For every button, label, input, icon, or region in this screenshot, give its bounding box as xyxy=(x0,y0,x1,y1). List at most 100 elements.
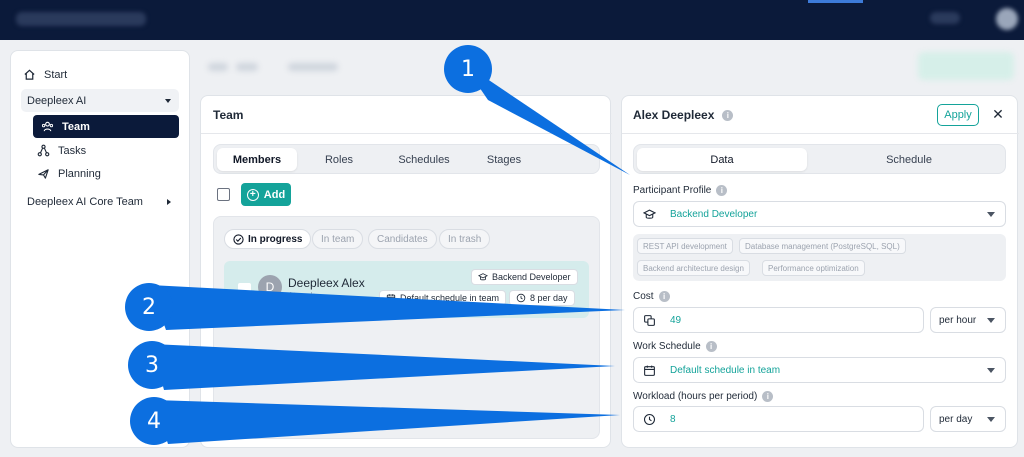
info-icon: i xyxy=(762,391,774,402)
workload-input[interactable]: 8 xyxy=(633,406,924,432)
tab-schedule[interactable]: Schedule xyxy=(814,148,1004,171)
callout-4: 4 xyxy=(130,397,178,445)
schedule-select[interactable]: Default schedule in team xyxy=(633,357,1006,383)
schedule-tag: Default schedule in team xyxy=(379,290,507,306)
tag-label: Default schedule in team xyxy=(400,293,500,303)
tab-schedules[interactable]: Schedules xyxy=(384,148,464,171)
info-icon: i xyxy=(716,185,728,196)
select-all-checkbox[interactable] xyxy=(217,188,230,201)
schedule-label: Work Schedule i xyxy=(633,341,717,352)
input-value: 8 xyxy=(670,413,676,425)
graduation-cap-icon xyxy=(478,273,488,281)
team-icon xyxy=(41,121,54,132)
profile-label: Participant Profile i xyxy=(633,185,728,196)
check-circle-icon xyxy=(233,233,244,245)
skill-tag: Backend architecture design xyxy=(637,260,750,276)
caret-down-icon xyxy=(987,212,995,217)
blurred-breadcrumb xyxy=(200,52,610,82)
callout-3: 3 xyxy=(128,341,176,389)
label-text: Participant Profile xyxy=(633,185,712,196)
close-icon[interactable]: ✕ xyxy=(989,105,1007,123)
tab-stages[interactable]: Stages xyxy=(469,148,539,171)
divider xyxy=(622,133,1019,134)
member-status: At work xyxy=(288,291,315,300)
select-value: per day xyxy=(939,413,973,425)
panel-title: Alex Deepleex i xyxy=(633,108,734,122)
info-icon: i xyxy=(722,109,734,121)
add-member-button[interactable]: + Add xyxy=(241,183,291,206)
skill-tag: Database management (PostgreSQL, SQL) xyxy=(739,238,906,254)
airplane-icon xyxy=(38,169,49,179)
add-label: Add xyxy=(263,188,286,201)
sidebar-item-label: Team xyxy=(62,120,90,133)
caret-down-icon xyxy=(987,417,995,422)
member-title: Alex Deepleex xyxy=(633,108,715,122)
tab-members[interactable]: Members xyxy=(217,148,297,171)
sidebar-item-planning[interactable]: Planning xyxy=(37,167,101,180)
top-bar xyxy=(0,0,1024,40)
sidebar: Start Deepleex AI Team Tasks Planning De… xyxy=(10,50,190,448)
blurred-action-button[interactable] xyxy=(918,52,1014,80)
sidebar-group-deepleex-ai[interactable]: Deepleex AI xyxy=(21,89,179,112)
member-name: Deepleex Alex xyxy=(288,276,365,290)
workload-label: Workload (hours per period) i xyxy=(633,391,774,402)
calendar-icon xyxy=(386,294,396,303)
callout-2: 2 xyxy=(125,283,173,331)
callout-1: 1 xyxy=(444,45,492,93)
list-item[interactable]: D Deepleex Alex At work Backend Develope… xyxy=(224,261,589,318)
caret-down-icon xyxy=(987,318,995,323)
tab-roles[interactable]: Roles xyxy=(304,148,374,171)
cost-input[interactable]: 49 xyxy=(633,307,924,333)
members-list: In progress In team Candidates In trash … xyxy=(213,216,600,439)
filter-in-trash[interactable]: In trash xyxy=(439,229,491,249)
graduation-cap-icon xyxy=(643,209,656,219)
coins-icon xyxy=(644,314,655,326)
apply-button[interactable]: Apply xyxy=(937,104,979,126)
sidebar-group-label: Deepleex AI xyxy=(27,94,87,107)
calendar-icon xyxy=(644,365,655,376)
tag-label: Backend Developer xyxy=(492,272,571,282)
sidebar-group-label: Deepleex AI Core Team xyxy=(27,195,143,208)
workload-unit-select[interactable]: per day xyxy=(930,406,1006,432)
sidebar-item-start[interactable]: Start xyxy=(23,68,67,81)
select-value: Backend Developer xyxy=(670,208,758,220)
role-tag: Backend Developer xyxy=(471,269,578,285)
sidebar-item-tasks[interactable]: Tasks xyxy=(37,144,86,157)
caret-down-icon xyxy=(165,98,171,103)
home-icon xyxy=(24,69,35,80)
info-icon: i xyxy=(658,291,670,302)
blurred-logo xyxy=(16,12,146,26)
skill-tag: Performance optimization xyxy=(762,260,865,276)
avatar[interactable] xyxy=(996,8,1018,30)
label-text: Cost xyxy=(633,291,654,302)
label-text: Workload (hours per period) xyxy=(633,391,758,402)
sidebar-item-team[interactable]: Team xyxy=(33,115,179,138)
tag-label: 8 per day xyxy=(530,293,568,303)
filter-in-progress[interactable]: In progress xyxy=(224,229,312,249)
workload-tag: 8 per day xyxy=(509,290,575,306)
member-detail-panel: Alex Deepleex i Apply ✕ Data Schedule Pa… xyxy=(621,95,1019,448)
divider xyxy=(201,133,612,134)
sidebar-group-core-team[interactable]: Deepleex AI Core Team xyxy=(21,190,179,213)
blurred-nav-indicator xyxy=(808,0,863,3)
caret-right-icon xyxy=(167,198,171,205)
filter-label: In progress xyxy=(248,233,303,245)
select-value: per hour xyxy=(939,314,977,326)
filter-candidates[interactable]: Candidates xyxy=(368,229,437,249)
blurred-menu xyxy=(930,12,960,24)
tasks-icon xyxy=(37,144,50,157)
input-value: 49 xyxy=(670,314,682,326)
caret-down-icon xyxy=(987,368,995,373)
profile-select[interactable]: Backend Developer xyxy=(633,201,1006,227)
tab-data[interactable]: Data xyxy=(637,148,807,171)
sidebar-item-label: Start xyxy=(44,68,68,81)
skills-list: REST API development Database management… xyxy=(633,234,1006,281)
panel-title: Team xyxy=(213,108,244,122)
member-checkbox[interactable] xyxy=(238,283,251,296)
cost-unit-select[interactable]: per hour xyxy=(930,307,1006,333)
filter-in-team[interactable]: In team xyxy=(312,229,364,249)
label-text: Work Schedule xyxy=(633,341,701,352)
avatar: D xyxy=(258,275,282,299)
clock-icon xyxy=(516,293,526,303)
plus-icon: + xyxy=(246,188,259,201)
